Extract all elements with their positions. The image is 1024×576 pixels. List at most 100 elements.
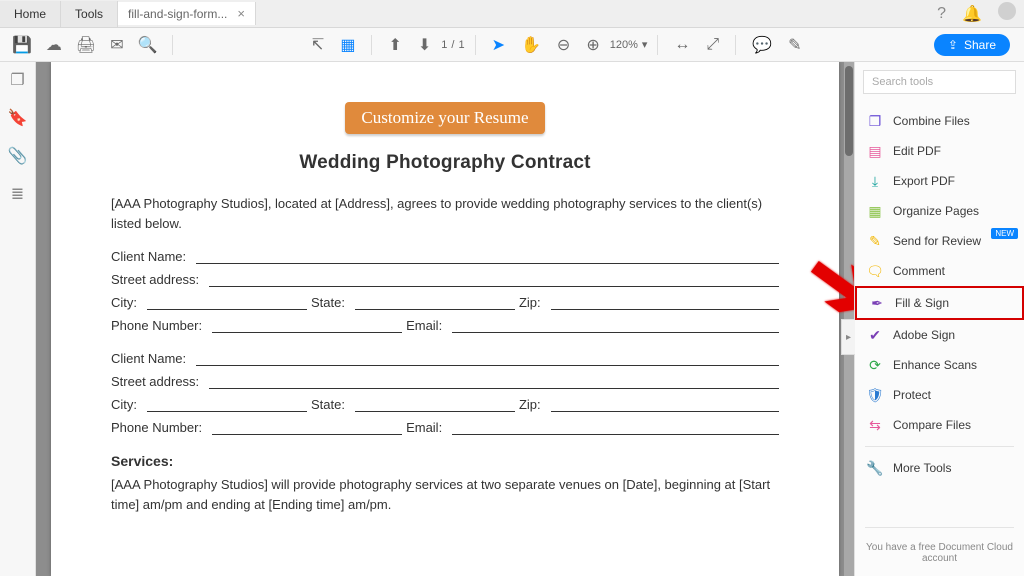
search-tools-input[interactable]: Search tools bbox=[863, 70, 1016, 94]
toolbar: 💾 ☁ 🖨 ✉ 🔍 ↸ ▦ ⬆ ⬇ 1 / 1 ➤ ✋ ⊖ ⊕ 120% ▾ ↔… bbox=[0, 28, 1024, 62]
tool-label: Combine Files bbox=[893, 114, 970, 128]
document-tab-label: fill-and-sign-form... bbox=[128, 7, 227, 21]
page-current[interactable]: 1 bbox=[441, 39, 447, 51]
highlight-tool-icon[interactable]: ✎ bbox=[782, 31, 807, 59]
label-zip-2: Zip: bbox=[519, 397, 547, 412]
label-state-2: State: bbox=[311, 397, 351, 412]
doc-intro: [AAA Photography Studios], located at [A… bbox=[111, 194, 779, 233]
zoom-out-icon[interactable]: ⊖ bbox=[551, 31, 576, 59]
close-tab-icon[interactable]: × bbox=[237, 6, 245, 21]
send-review-icon: ✎ bbox=[867, 233, 883, 249]
tool-fill-sign[interactable]: ✒ Fill & Sign bbox=[855, 286, 1024, 320]
tool-organize-pages[interactable]: ▦Organize Pages bbox=[855, 196, 1024, 226]
selection-tool-icon[interactable]: ↸ bbox=[305, 31, 330, 59]
pdf-page: Customize your Resume Wedding Photograph… bbox=[51, 62, 839, 576]
label-zip: Zip: bbox=[519, 295, 547, 310]
fill-sign-icon: ✒ bbox=[869, 295, 885, 311]
comment-icon: 🗨 bbox=[867, 263, 883, 279]
field-street-1[interactable] bbox=[209, 273, 779, 287]
tool-comment[interactable]: 🗨Comment bbox=[855, 256, 1024, 286]
tools-list: ❐ Combine Files ▤Edit PDF⤓Export PDF▦Organ… bbox=[855, 102, 1024, 521]
user-avatar[interactable] bbox=[990, 0, 1024, 29]
print-icon[interactable]: 🖨 bbox=[70, 31, 102, 59]
field-zip-2[interactable] bbox=[551, 398, 779, 412]
field-email-1[interactable] bbox=[452, 319, 779, 333]
tool-send-review[interactable]: ✎ Send for Review NEW bbox=[855, 226, 1024, 256]
attachments-icon[interactable]: 📎 bbox=[8, 146, 28, 166]
edit-pdf-icon: ▤ bbox=[867, 143, 883, 159]
top-tabs: Home Tools fill-and-sign-form... × ? 🔔 bbox=[0, 0, 1024, 28]
save-icon[interactable]: 💾 bbox=[6, 31, 38, 59]
client-block-1: Client Name: Street address: City: State… bbox=[111, 249, 779, 333]
tool-combine-files[interactable]: ❐ Combine Files bbox=[855, 106, 1024, 136]
label-client-name-2: Client Name: bbox=[111, 351, 192, 366]
field-state-2[interactable] bbox=[355, 398, 515, 412]
comment-tool-icon[interactable]: 💬 bbox=[746, 31, 778, 59]
bookmarks-icon[interactable]: 🔖 bbox=[8, 108, 28, 128]
search-icon[interactable]: 🔍 bbox=[132, 31, 164, 59]
thumbnails-icon[interactable]: ❐ bbox=[10, 70, 24, 90]
hand-icon[interactable]: ✋ bbox=[515, 31, 547, 59]
bell-icon[interactable]: 🔔 bbox=[954, 0, 990, 28]
zoom-dropdown-icon[interactable]: ▾ bbox=[642, 38, 648, 51]
field-client-name-1[interactable] bbox=[196, 250, 779, 264]
page-total: 1 bbox=[458, 39, 464, 51]
share-button[interactable]: ⇪ Share bbox=[934, 34, 1010, 56]
account-footnote: You have a free Document Cloud account bbox=[855, 534, 1024, 576]
pointer-icon[interactable]: ➤ bbox=[486, 31, 511, 59]
field-state-1[interactable] bbox=[355, 296, 515, 310]
tool-export-pdf[interactable]: ⤓Export PDF bbox=[855, 166, 1024, 196]
fit-width-icon[interactable]: ↔ bbox=[668, 32, 696, 58]
label-email: Email: bbox=[406, 318, 448, 333]
tool-label: Fill & Sign bbox=[895, 296, 949, 310]
field-zip-1[interactable] bbox=[551, 296, 779, 310]
page-down-icon[interactable]: ⬇ bbox=[412, 31, 437, 59]
field-phone-1[interactable] bbox=[212, 319, 402, 333]
tool-adobe-sign[interactable]: ✔Adobe Sign bbox=[855, 320, 1024, 350]
share-icon: ⇪ bbox=[948, 38, 958, 52]
services-paragraph: [AAA Photography Studios] will provide p… bbox=[111, 475, 779, 514]
layers-icon[interactable]: ≣ bbox=[11, 184, 24, 204]
tool-protect[interactable]: 🛡Protect bbox=[855, 380, 1024, 410]
right-panel: ▸ Search tools ❐Combine Files▤Edit PDF⤓E… bbox=[854, 62, 1024, 576]
field-city-1[interactable] bbox=[147, 296, 307, 310]
panel-collapse-icon[interactable]: ▸ bbox=[841, 319, 855, 355]
label-city: City: bbox=[111, 295, 143, 310]
mail-icon[interactable]: ✉ bbox=[104, 31, 129, 59]
tool-more-tools[interactable]: 🔧More Tools bbox=[855, 453, 1024, 483]
field-email-2[interactable] bbox=[452, 421, 779, 435]
zoom-in-icon[interactable]: ⊕ bbox=[580, 31, 605, 59]
document-tab[interactable]: fill-and-sign-form... × bbox=[118, 2, 256, 25]
label-street: Street address: bbox=[111, 272, 205, 287]
label-state: State: bbox=[311, 295, 351, 310]
label-street-2: Street address: bbox=[111, 374, 205, 389]
more-tools-icon: 🔧 bbox=[867, 460, 883, 476]
tool-label: Send for Review bbox=[893, 234, 981, 248]
field-client-name-2[interactable] bbox=[196, 352, 779, 366]
tools-tab[interactable]: Tools bbox=[61, 1, 118, 27]
field-phone-2[interactable] bbox=[212, 421, 402, 435]
tool-edit-pdf[interactable]: ▤Edit PDF bbox=[855, 136, 1024, 166]
fit-page-icon[interactable]: ⤢ bbox=[700, 32, 725, 58]
label-city-2: City: bbox=[111, 397, 143, 412]
page-display-icon[interactable]: ▦ bbox=[334, 31, 361, 59]
page-up-icon[interactable]: ⬆ bbox=[382, 31, 407, 59]
compare-files-icon: ⇆ bbox=[867, 417, 883, 433]
customize-resume-button[interactable]: Customize your Resume bbox=[345, 102, 544, 134]
tool-enhance-scans[interactable]: ⟳Enhance Scans bbox=[855, 350, 1024, 380]
tool-label: Export PDF bbox=[893, 174, 955, 188]
combine-files-icon: ❐ bbox=[867, 113, 883, 129]
field-city-2[interactable] bbox=[147, 398, 307, 412]
help-icon[interactable]: ? bbox=[929, 1, 954, 27]
document-view[interactable]: Customize your Resume Wedding Photograph… bbox=[36, 62, 854, 576]
label-client-name: Client Name: bbox=[111, 249, 192, 264]
scroll-thumb[interactable] bbox=[845, 66, 853, 156]
home-tab[interactable]: Home bbox=[0, 1, 61, 27]
tool-label: Protect bbox=[893, 388, 931, 402]
label-phone-2: Phone Number: bbox=[111, 420, 208, 435]
field-street-2[interactable] bbox=[209, 375, 779, 389]
new-badge: NEW bbox=[991, 228, 1018, 239]
tool-compare-files[interactable]: ⇆Compare Files bbox=[855, 410, 1024, 440]
zoom-level[interactable]: 120% bbox=[610, 39, 638, 51]
cloud-icon[interactable]: ☁ bbox=[40, 31, 68, 59]
